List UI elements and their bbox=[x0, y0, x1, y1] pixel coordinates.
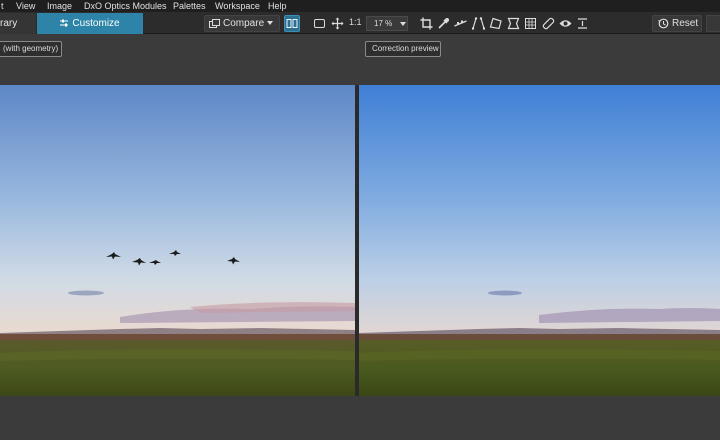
toolbar-overflow-button[interactable] bbox=[706, 15, 720, 32]
side-by-side-icon bbox=[286, 19, 298, 28]
chevron-down-icon[interactable] bbox=[267, 21, 273, 25]
volume-deformation-icon[interactable] bbox=[507, 17, 520, 30]
menu-view[interactable]: View bbox=[16, 0, 35, 12]
correction-caption-text: Correction preview bbox=[372, 44, 439, 53]
tab-photolibrary-label: rary bbox=[0, 18, 18, 29]
side-by-side-button[interactable] bbox=[284, 15, 300, 32]
zoom-dropdown[interactable]: 17 % bbox=[366, 16, 408, 31]
main-toolbar: rary Customize Compare 1:1 17 % Reset bbox=[0, 12, 720, 34]
actual-size-button[interactable]: 1:1 bbox=[349, 16, 362, 29]
grid-icon[interactable] bbox=[524, 17, 537, 30]
menu-edit[interactable]: t bbox=[1, 0, 4, 12]
menu-dxo-optics-modules[interactable]: DxO Optics Modules bbox=[84, 0, 167, 12]
eye-icon[interactable] bbox=[559, 17, 572, 30]
compare-button[interactable]: Compare bbox=[204, 15, 280, 32]
landscape-photo-corrected bbox=[359, 85, 720, 396]
tab-photolibrary[interactable]: rary bbox=[0, 13, 36, 34]
landscape-photo-original bbox=[0, 85, 355, 396]
eyedropper-icon[interactable] bbox=[437, 17, 450, 30]
customize-sliders-icon bbox=[60, 19, 69, 27]
reset-icon bbox=[658, 18, 669, 29]
reset-label: Reset bbox=[672, 18, 699, 29]
chevron-down-icon[interactable] bbox=[400, 22, 406, 26]
menu-help[interactable]: Help bbox=[268, 0, 287, 12]
tab-customize[interactable]: Customize bbox=[37, 13, 143, 34]
filmstrip-area bbox=[0, 396, 720, 440]
perspective-8pt-icon[interactable] bbox=[489, 17, 502, 30]
tab-customize-label: Customize bbox=[72, 18, 120, 29]
perspective-icon[interactable] bbox=[472, 17, 485, 30]
menu-bar: t View Image DxO Optics Modules Palettes… bbox=[0, 0, 720, 12]
correction-caption: Correction preview bbox=[365, 41, 441, 57]
original-caption-text: (with geometry) bbox=[3, 44, 59, 53]
compare-icon bbox=[209, 19, 220, 28]
original-image-viewer[interactable] bbox=[0, 85, 355, 396]
reset-button[interactable]: Reset bbox=[652, 15, 702, 32]
zoom-value: 17 % bbox=[374, 19, 393, 28]
original-caption: (with geometry) bbox=[0, 41, 62, 57]
correction-image-viewer[interactable] bbox=[359, 85, 720, 396]
compare-label: Compare bbox=[223, 18, 265, 29]
ruler-icon[interactable] bbox=[576, 17, 589, 30]
menu-image[interactable]: Image bbox=[47, 0, 72, 12]
fit-screen-icon[interactable] bbox=[313, 17, 326, 30]
crop-icon[interactable] bbox=[420, 17, 433, 30]
menu-palettes[interactable]: Palettes bbox=[173, 0, 206, 12]
horizon-icon[interactable] bbox=[454, 17, 467, 30]
repair-icon[interactable] bbox=[542, 17, 555, 30]
move-icon[interactable] bbox=[331, 17, 344, 30]
menu-workspace[interactable]: Workspace bbox=[215, 0, 260, 12]
